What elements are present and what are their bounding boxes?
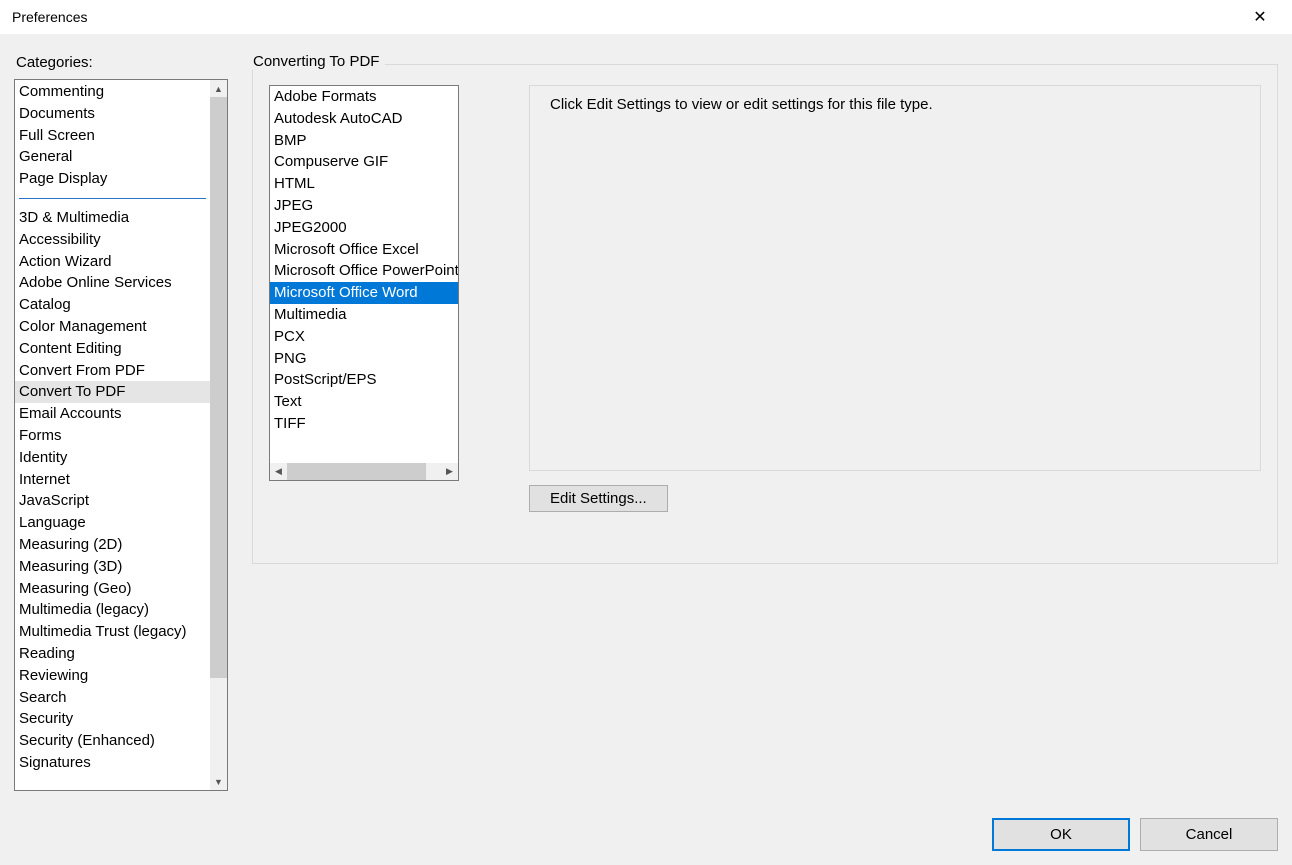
categories-label: Categories: xyxy=(16,54,228,71)
group-title: Converting To PDF xyxy=(247,53,385,70)
scroll-left-icon[interactable]: ◀ xyxy=(270,463,287,480)
category-item[interactable]: Catalog xyxy=(15,294,210,316)
titlebar: Preferences ✕ xyxy=(0,0,1292,34)
category-item[interactable]: Search xyxy=(15,687,210,709)
category-item[interactable]: Security (Enhanced) xyxy=(15,730,210,752)
category-item[interactable]: Convert To PDF xyxy=(15,381,210,403)
category-item[interactable]: Action Wizard xyxy=(15,251,210,273)
category-item[interactable]: Adobe Online Services xyxy=(15,272,210,294)
format-item[interactable]: JPEG2000 xyxy=(270,217,458,239)
category-item[interactable]: Accessibility xyxy=(15,229,210,251)
category-divider xyxy=(19,198,206,199)
categories-list-inner: CommentingDocumentsFull ScreenGeneralPag… xyxy=(15,80,210,790)
scroll-up-icon[interactable]: ▲ xyxy=(210,80,227,97)
category-item[interactable]: Documents xyxy=(15,103,210,125)
format-item[interactable]: Multimedia xyxy=(270,304,458,326)
format-item[interactable]: Text xyxy=(270,391,458,413)
category-item[interactable]: 3D & Multimedia xyxy=(15,207,210,229)
format-item[interactable]: Microsoft Office Excel xyxy=(270,239,458,261)
category-item[interactable]: Convert From PDF xyxy=(15,360,210,382)
format-item[interactable]: Compuserve GIF xyxy=(270,151,458,173)
category-item[interactable]: Full Screen xyxy=(15,125,210,147)
h-scroll-track[interactable] xyxy=(287,463,441,480)
category-item[interactable]: Security xyxy=(15,708,210,730)
category-item[interactable]: Measuring (2D) xyxy=(15,534,210,556)
category-item[interactable]: Color Management xyxy=(15,316,210,338)
format-item[interactable]: PostScript/EPS xyxy=(270,369,458,391)
category-item[interactable]: Measuring (Geo) xyxy=(15,578,210,600)
scroll-right-icon[interactable]: ▶ xyxy=(441,463,458,480)
ok-button[interactable]: OK xyxy=(992,818,1130,851)
scroll-track[interactable] xyxy=(210,97,227,773)
category-item[interactable]: Page Display xyxy=(15,168,210,190)
info-box: Click Edit Settings to view or edit sett… xyxy=(529,85,1261,471)
dialog-body: Categories: CommentingDocumentsFull Scre… xyxy=(0,34,1292,865)
category-item[interactable]: Language xyxy=(15,512,210,534)
format-item[interactable]: Microsoft Office Word xyxy=(270,282,458,304)
content-area: Categories: CommentingDocumentsFull Scre… xyxy=(14,54,1278,804)
format-item[interactable]: Autodesk AutoCAD xyxy=(270,108,458,130)
categories-scrollbar[interactable]: ▲ ▼ xyxy=(210,80,227,790)
category-item[interactable]: Content Editing xyxy=(15,338,210,360)
category-item[interactable]: Measuring (3D) xyxy=(15,556,210,578)
scroll-thumb[interactable] xyxy=(210,97,227,678)
format-item[interactable]: BMP xyxy=(270,130,458,152)
category-item[interactable]: General xyxy=(15,146,210,168)
preferences-window: Preferences ✕ Categories: CommentingDocu… xyxy=(0,0,1292,865)
settings-pane: Click Edit Settings to view or edit sett… xyxy=(529,85,1261,512)
edit-settings-button[interactable]: Edit Settings... xyxy=(529,485,668,512)
format-item[interactable]: PCX xyxy=(270,326,458,348)
categories-column: Categories: CommentingDocumentsFull Scre… xyxy=(14,54,228,804)
close-icon[interactable]: ✕ xyxy=(1240,7,1280,27)
format-item[interactable]: PNG xyxy=(270,348,458,370)
categories-listbox[interactable]: CommentingDocumentsFull ScreenGeneralPag… xyxy=(14,79,228,791)
converting-group: Converting To PDF Adobe FormatsAutodesk … xyxy=(252,64,1278,564)
dialog-footer: OK Cancel xyxy=(14,804,1278,851)
format-item[interactable]: Adobe Formats xyxy=(270,86,458,108)
format-list-inner: Adobe FormatsAutodesk AutoCADBMPCompuser… xyxy=(270,86,458,463)
category-item[interactable]: Multimedia (legacy) xyxy=(15,599,210,621)
category-item[interactable]: Email Accounts xyxy=(15,403,210,425)
settings-column: Converting To PDF Adobe FormatsAutodesk … xyxy=(252,54,1278,804)
info-text: Click Edit Settings to view or edit sett… xyxy=(550,96,1240,113)
category-item[interactable]: Internet xyxy=(15,469,210,491)
h-scroll-thumb[interactable] xyxy=(287,463,426,480)
category-item[interactable]: Reading xyxy=(15,643,210,665)
window-title: Preferences xyxy=(12,9,87,25)
category-item[interactable]: Forms xyxy=(15,425,210,447)
edit-button-row: Edit Settings... xyxy=(529,485,1261,512)
category-item[interactable]: Reviewing xyxy=(15,665,210,687)
format-listbox[interactable]: Adobe FormatsAutodesk AutoCADBMPCompuser… xyxy=(269,85,459,481)
category-item[interactable]: Commenting xyxy=(15,81,210,103)
format-item[interactable]: JPEG xyxy=(270,195,458,217)
cancel-button[interactable]: Cancel xyxy=(1140,818,1278,851)
format-item[interactable]: HTML xyxy=(270,173,458,195)
category-item[interactable]: Identity xyxy=(15,447,210,469)
category-item[interactable]: Signatures xyxy=(15,752,210,774)
format-item[interactable]: TIFF xyxy=(270,413,458,435)
format-item[interactable]: Microsoft Office PowerPoint xyxy=(270,260,458,282)
scroll-down-icon[interactable]: ▼ xyxy=(210,773,227,790)
group-inner: Adobe FormatsAutodesk AutoCADBMPCompuser… xyxy=(269,85,1261,547)
category-item[interactable]: JavaScript xyxy=(15,490,210,512)
category-item[interactable]: Multimedia Trust (legacy) xyxy=(15,621,210,643)
format-h-scrollbar[interactable]: ◀ ▶ xyxy=(270,463,458,480)
